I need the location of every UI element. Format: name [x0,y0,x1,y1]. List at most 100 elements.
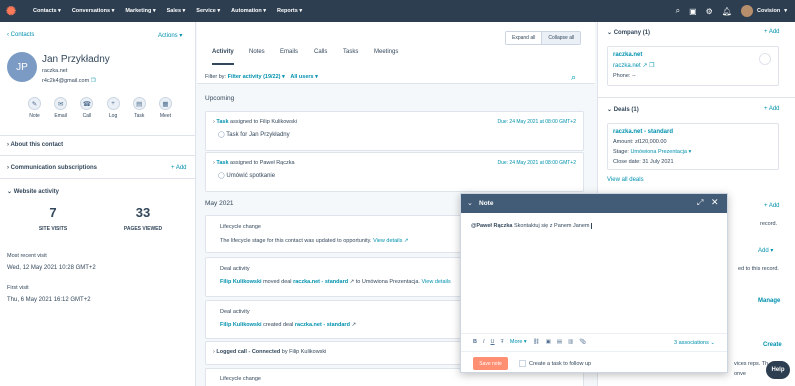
nav-service[interactable]: Service ▾ [196,8,220,14]
copy-icon: ❐ [649,63,655,69]
call-action[interactable]: ☎ Call [80,97,94,119]
formatting-toolbar: B I U Ŧ More ▾ ⛓ ▣ ▤ ▥ 📎︎ [473,339,586,345]
pages-viewed-label: PAGES VIEWED [123,226,163,232]
link-icon[interactable]: ⛓ [533,339,540,345]
website-activity-toggle[interactable]: ⌄ Website activity [7,188,59,195]
strikethrough-button[interactable]: Ŧ [501,339,504,345]
check-circle-icon[interactable]: ◯ [218,173,225,179]
save-note-button[interactable]: Save note [473,357,508,370]
contact-email[interactable]: r4c2k4@gmail.com ❐ [42,78,96,84]
company-domain-link[interactable]: raczka.net ↗ ❐ [613,62,654,69]
task-action[interactable]: ▤ Task [132,97,146,119]
nav-contacts[interactable]: Contacts ▾ [33,8,61,14]
notifications-icon[interactable]: 🔔︎ [722,7,732,16]
add-deal-link[interactable]: + Add [764,106,780,112]
task-card-2[interactable]: › Task assigned to Paweł Rączka Due: 24 … [205,152,584,192]
deal-name-link[interactable]: raczka.net - standard [613,129,673,135]
underline-button[interactable]: U [491,339,495,345]
deal-stage-dropdown[interactable]: Umówiona Prezentacja ▾ [630,149,691,155]
account-menu[interactable]: Covision ▾ [741,5,787,17]
add-subscription-link[interactable]: + Add [171,165,187,171]
email-action[interactable]: ✉ Email [54,97,68,119]
bold-button[interactable]: B [473,339,477,345]
search-activity-icon[interactable]: ⌕ [571,72,576,83]
first-visit-value: Thu, 6 May 2021 16:12 GMT+2 [7,297,91,303]
lifecycle-title: Lifecycle change [220,376,261,382]
deal-activity-text: Filip Kulikowski created deal raczka.net… [220,322,357,328]
recent-visit-value: Wed, 12 May 2021 10:28 GMT+2 [7,265,96,271]
expand-all-button[interactable]: Expand all [506,32,542,44]
view-details-link[interactable]: View details ↗ [373,238,408,244]
attachment-icon[interactable]: 📎︎ [579,339,586,345]
actions-menu[interactable]: Actions ▾ [158,32,182,39]
check-circle-icon[interactable]: ◯ [218,132,225,138]
section-text: vices reps. Th [734,361,769,367]
nav-marketing[interactable]: Marketing ▾ [125,8,155,14]
calendar-icon: ▦ [158,97,172,110]
company-phone: Phone: -- [613,73,636,79]
add-company-link[interactable]: + Add [764,29,780,35]
meet-action[interactable]: ▦ Meet [158,97,172,119]
contact-name[interactable]: Jan Przykładny [42,54,110,65]
about-section-toggle[interactable]: › About this contact [7,142,63,148]
deal-close-date: Close date: 31 July 2021 [613,159,674,165]
plus-icon: + [106,97,120,110]
settings-icon[interactable]: ⚙ [706,7,713,16]
note-header: ⌄ Note ⤢ ✕ [461,194,727,213]
expand-collapse-toggle: Expand all Collapse all [505,31,582,45]
marketplace-icon[interactable]: ▣ [689,7,697,16]
expand-chevron-icon: › [213,349,215,355]
tab-calls[interactable]: Calls [314,49,327,55]
company-name-link[interactable]: raczka.net [613,52,642,58]
tab-meetings[interactable]: Meetings [374,49,398,55]
nav-reports[interactable]: Reports ▾ [277,8,302,14]
manage-link[interactable]: Manage [758,298,780,304]
associations-dropdown[interactable]: 3 associations ⌄ [674,340,715,346]
communication-section-toggle[interactable]: › Communication subscriptions [7,165,97,171]
phone-icon: ☎ [80,97,94,110]
expand-icon[interactable]: ⤢ [697,198,703,208]
view-all-deals-link[interactable]: View all deals [607,177,644,183]
upcoming-heading: Upcoming [205,95,235,102]
note-body[interactable]: @Paweł Rączka Skontaktuj się z Panem Jan… [471,223,592,229]
follow-up-checkbox[interactable]: Create a task to follow up [519,360,591,367]
italic-button[interactable]: I [483,339,485,345]
lifecycle-title: Lifecycle change [220,224,261,230]
checkbox[interactable] [519,360,526,367]
add-link[interactable]: + Add [764,203,780,209]
all-users-dropdown[interactable]: All users ▾ [290,74,318,80]
add-dropdown[interactable]: Add ▾ [758,247,773,254]
deals-toggle[interactable]: ⌄ Deals (1) [607,106,639,113]
create-link[interactable]: Create [763,342,782,348]
snippet-icon[interactable]: ▥ [568,339,573,345]
close-icon[interactable]: ✕ [711,197,719,208]
task-icon: ▤ [132,97,146,110]
deal-amount: Amount: zł120,000.00 [613,139,667,145]
hubspot-logo-icon[interactable]: ✺ [0,4,22,18]
deal-activity-title: Deal activity [220,309,250,315]
tab-tasks[interactable]: Tasks [343,49,358,55]
site-visits-count: 7 [49,205,57,220]
video-icon[interactable]: ▤ [557,339,562,345]
nav-conversations[interactable]: Conversations ▾ [72,8,115,14]
section-text: record. [760,221,778,227]
image-icon[interactable]: ▣ [546,339,551,345]
back-to-contacts-link[interactable]: ‹ Contacts [7,32,34,38]
nav-sales[interactable]: Sales ▾ [167,8,186,14]
log-action[interactable]: + Log [106,97,120,119]
company-toggle[interactable]: ⌄ Company (1) [607,29,650,36]
collapse-all-button[interactable]: Collapse all [541,32,581,44]
filter-activity-dropdown[interactable]: Filter activity (19/22) ▾ [228,74,285,80]
section-text: onve [734,371,746,377]
collapse-chevron-icon[interactable]: ⌄ [467,199,473,207]
note-action[interactable]: ✎ Note [28,97,41,119]
task-card-1[interactable]: › Task assigned to Filip Kulikowski Due:… [205,111,584,151]
copy-icon: ❐ [90,78,96,84]
tab-notes[interactable]: Notes [249,49,265,55]
more-formatting-dropdown[interactable]: More ▾ [510,339,527,345]
search-icon[interactable]: ⌕ [676,6,680,16]
nav-automation[interactable]: Automation ▾ [231,8,266,14]
help-button[interactable]: Help [766,361,790,379]
tab-emails[interactable]: Emails [280,49,298,55]
tab-activity[interactable]: Activity [212,49,234,65]
